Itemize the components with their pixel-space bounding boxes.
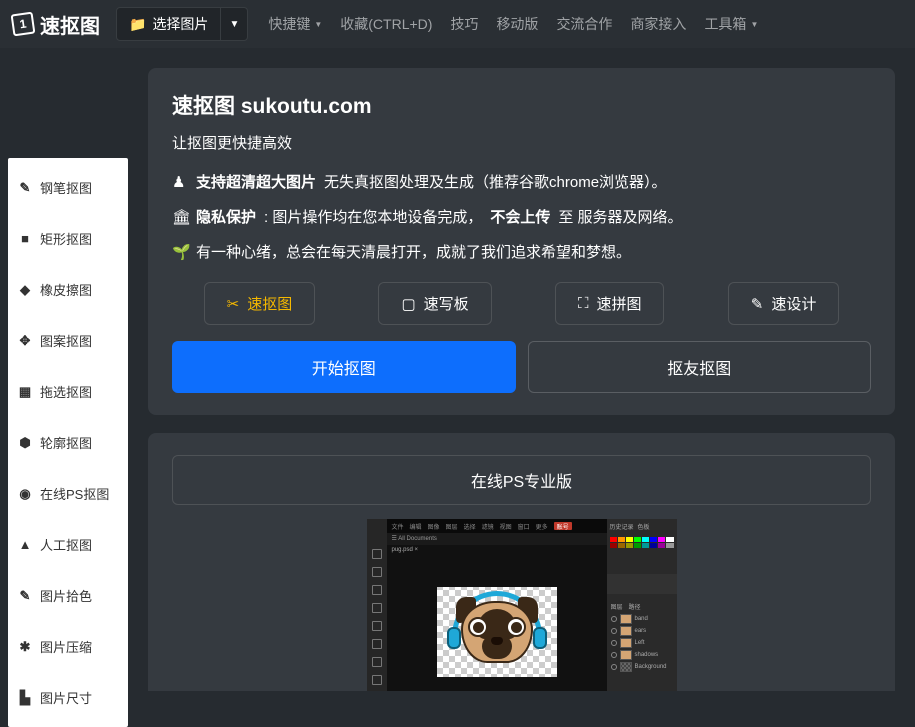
sidebar: ✎钢笔抠图 ■矩形抠图 ◆橡皮擦图 ✥图案抠图 ▦拖选抠图 ⬢轮廓抠图 ◉在线P…	[8, 158, 128, 727]
main: ✎钢笔抠图 ■矩形抠图 ◆橡皮擦图 ✥图案抠图 ▦拖选抠图 ⬢轮廓抠图 ◉在线P…	[0, 48, 915, 691]
tab-design[interactable]: ✎速设计	[728, 282, 840, 325]
sidebar-item-drag[interactable]: ▦拖选抠图	[8, 366, 128, 417]
ps-card: 在线PS专业版 文件 编辑 图像 图层	[148, 433, 895, 691]
nav-mobile[interactable]: 移动版	[496, 14, 538, 34]
ps-toolbar	[367, 519, 387, 691]
ps-swatches	[607, 534, 677, 570]
compress-icon: ✱	[18, 640, 32, 654]
ps-tool-icon	[372, 675, 382, 685]
pen-icon: ✎	[18, 181, 32, 195]
grid-icon: ▦	[18, 385, 32, 399]
sidebar-item-size[interactable]: ▙图片尺寸	[8, 672, 128, 723]
ps-menubar: 文件 编辑 图像 图层 选择 滤镜 视图 窗口 更多 账号	[387, 519, 607, 533]
sidebar-item-rect[interactable]: ■矩形抠图	[8, 213, 128, 264]
pug-image	[452, 593, 542, 671]
sidebar-item-pen[interactable]: ✎钢笔抠图	[8, 162, 128, 213]
person-icon: ♟	[172, 173, 188, 191]
nav-shortcuts[interactable]: 快捷键▼	[268, 14, 322, 34]
feature-quote: 🌱 有一种心绪，总会在每天清晨打开，成就了我们追求希望和梦想。	[172, 241, 871, 262]
ps-history-title: 历史记录色板	[607, 519, 677, 534]
tool-tabs: ✂速抠图 ▢速写板 ⛶速拼图 ✎速设计	[172, 282, 871, 325]
select-image-button[interactable]: 📁 选择图片	[116, 7, 221, 41]
sidebar-item-eraser[interactable]: ◆橡皮擦图	[8, 264, 128, 315]
ps-tab: pug.psd ×	[387, 545, 607, 557]
logo-text: 速抠图	[40, 10, 100, 39]
sidebar-item-contour[interactable]: ⬢轮廓抠图	[8, 417, 128, 468]
puzzle-icon: ✥	[18, 334, 32, 348]
dropper-icon: ✎	[18, 589, 32, 603]
sidebar-item-pattern[interactable]: ✥图案抠图	[8, 315, 128, 366]
person-icon: ▲	[18, 538, 32, 552]
robot-icon: ⬢	[18, 436, 32, 450]
ps-tool-icon	[372, 567, 382, 577]
nav-toolbox[interactable]: 工具箱▼	[704, 14, 758, 34]
seedling-icon: 🌱	[172, 243, 188, 261]
navbar: 1 速抠图 📁 选择图片 ▼ 快捷键▼ 收藏(CTRL+D) 技巧 移动版 交流…	[0, 0, 915, 48]
sidebar-item-manual[interactable]: ▲人工抠图	[8, 519, 128, 570]
folder-icon: 📁	[129, 16, 146, 33]
ps-tool-icon	[372, 639, 382, 649]
ps-layers-panel: 图层路径 band ears Left shadows Background	[607, 598, 677, 691]
nav-links: 快捷键▼ 收藏(CTRL+D) 技巧 移动版 交流合作 商家接入 工具箱▼	[268, 14, 758, 34]
ps-canvas-area: 文件 编辑 图像 图层 选择 滤镜 视图 窗口 更多 账号 ☰ All Docu…	[387, 519, 607, 691]
nav-cooperation[interactable]: 交流合作	[556, 14, 612, 34]
sidebar-item-ps[interactable]: ◉在线PS抠图	[8, 468, 128, 519]
chevron-down-icon: ▼	[314, 20, 322, 29]
select-image-dropdown[interactable]: ▼	[221, 7, 248, 41]
ps-preview[interactable]: 文件 编辑 图像 图层 选择 滤镜 视图 窗口 更多 账号 ☰ All Docu…	[367, 519, 677, 691]
select-image-group: 📁 选择图片 ▼	[116, 7, 248, 41]
nav-tips[interactable]: 技巧	[450, 14, 478, 34]
intro-card: 速抠图 sukoutu.com 让抠图更快捷高效 ♟ 支持超清超大图片 无失真抠…	[148, 68, 895, 415]
logo[interactable]: 1 速抠图	[12, 10, 100, 39]
ps-canvas	[437, 587, 557, 677]
ruler-icon: ▙	[18, 691, 32, 705]
ps-title[interactable]: 在线PS专业版	[172, 455, 871, 505]
ps-tool-icon	[372, 657, 382, 667]
sidebar-item-colorpick[interactable]: ✎图片拾色	[8, 570, 128, 621]
pencil-icon: ✎	[751, 295, 764, 313]
tab-sukoutu[interactable]: ✂速抠图	[204, 282, 316, 325]
ps-tool-icon	[372, 549, 382, 559]
image-icon: ⛶	[578, 295, 589, 312]
tab-sketchpad[interactable]: ▢速写板	[378, 282, 491, 325]
ps-tool-icon	[372, 603, 382, 613]
start-button[interactable]: 开始抠图	[172, 341, 516, 393]
feature-privacy: 🏛 隐私保护: 图片操作均在您本地设备完成，不会上传 至 服务器及网络。	[172, 206, 871, 227]
eraser-icon: ◆	[18, 283, 32, 297]
nav-favorites[interactable]: 收藏(CTRL+D)	[340, 14, 432, 34]
ps-tool-icon	[372, 621, 382, 631]
ps-docbar: ☰ All Documents	[387, 533, 607, 545]
logo-icon: 1	[11, 12, 36, 37]
chevron-down-icon: ▼	[750, 20, 758, 29]
card-title: 速抠图 sukoutu.com	[172, 90, 871, 120]
feature-hd: ♟ 支持超清超大图片 无失真抠图处理及生成（推荐谷歌chrome浏览器）。	[172, 171, 871, 192]
friend-button[interactable]: 抠友抠图	[528, 341, 872, 393]
camera-icon: ◉	[18, 487, 32, 501]
action-buttons: 开始抠图 抠友抠图	[172, 341, 871, 393]
ps-panels: 历史记录色板 图层路径 band ears Left shadows	[607, 519, 677, 691]
crop-icon: ✂	[227, 295, 240, 313]
lock-icon: 🏛	[172, 208, 188, 226]
tab-puzzle[interactable]: ⛶速拼图	[555, 282, 665, 325]
card-subtitle: 让抠图更快捷高效	[172, 132, 871, 153]
nav-merchant[interactable]: 商家接入	[630, 14, 686, 34]
sidebar-item-compress[interactable]: ✱图片压缩	[8, 621, 128, 672]
content: 速抠图 sukoutu.com 让抠图更快捷高效 ♟ 支持超清超大图片 无失真抠…	[128, 48, 915, 691]
ps-tool-icon	[372, 585, 382, 595]
rect-icon: ■	[18, 232, 32, 246]
tablet-icon: ▢	[401, 295, 415, 313]
